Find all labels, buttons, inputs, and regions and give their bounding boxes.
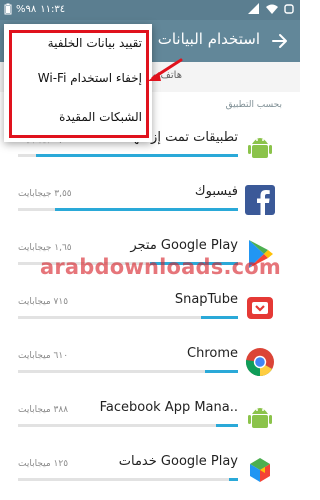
usage-bar-fill — [229, 478, 238, 481]
app-name: Chrome — [187, 346, 238, 361]
app-name: SnapTube — [174, 292, 238, 307]
usage-bar-fill — [200, 316, 238, 319]
back-arrow-icon[interactable] — [270, 31, 290, 51]
annotation-arrow-icon — [148, 58, 183, 81]
section-label: بحسب التطبيق — [225, 100, 282, 110]
status-left: %٩٨ ١١:٣٤ — [4, 3, 65, 15]
app-row-facebook-app-manager[interactable]: Facebook App Mana.. ٣٨٨ ميجابايت — [0, 388, 300, 442]
page-title: استخدام البيانات — [157, 30, 260, 48]
notification-icon — [284, 3, 294, 14]
app-name: فيسبوك — [194, 184, 238, 199]
signal-icon — [248, 3, 259, 14]
usage-bar-fill — [55, 208, 238, 211]
watermark: arabdownloads.com — [40, 255, 282, 279]
overflow-menu: تقييد بيانات الخلفية إخفاء استخدام Wi-Fi… — [4, 24, 152, 142]
app-size: ١٢٥ ميجابايت — [18, 459, 69, 469]
app-name: متجر Google Play — [130, 238, 238, 253]
play-services-icon — [250, 458, 270, 482]
highlight-frame — [9, 30, 149, 138]
app-row-chrome[interactable]: Chrome ٦١٠ ميجابايت — [0, 334, 300, 388]
android-icon — [248, 408, 272, 428]
usage-bar — [18, 478, 238, 481]
app-row-google-play-services[interactable]: خدمات Google Play ١٢٥ ميجابايت — [0, 442, 300, 496]
app-name: Facebook App Mana.. — [99, 400, 238, 415]
status-right — [248, 3, 294, 14]
usage-bar — [18, 316, 238, 319]
snaptube-icon — [247, 297, 273, 319]
usage-bar-fill — [205, 370, 238, 373]
usage-bar-fill — [216, 424, 238, 427]
app-name: خدمات Google Play — [118, 454, 238, 469]
battery-percent: %٩٨ — [16, 3, 37, 15]
status-bar: %٩٨ ١١:٣٤ — [0, 0, 300, 20]
app-row-snaptube[interactable]: SnapTube ٧١٥ ميجابايت — [0, 280, 300, 334]
usage-bar — [18, 154, 238, 157]
app-usage-list: تطبيقات تمت إزالتها ٣,٩٤ جيجابايت فيسبوك… — [0, 118, 300, 496]
app-size: ٣,٥٥ جيجابايت — [18, 189, 72, 199]
app-size: ٣٨٨ ميجابايت — [18, 405, 69, 415]
chrome-icon — [245, 348, 274, 377]
usage-bar-fill — [35, 154, 238, 157]
app-row-facebook[interactable]: فيسبوك ٣,٥٥ جيجابايت — [0, 172, 300, 226]
android-icon — [248, 138, 272, 158]
app-size: ٦١٠ ميجابايت — [18, 351, 69, 361]
usage-bar — [18, 424, 238, 427]
app-size: ١,٦٥ جيجابايت — [18, 243, 72, 253]
facebook-icon — [245, 185, 275, 215]
app-size: ٧١٥ ميجابايت — [18, 297, 69, 307]
time-text: ١١:٣٤ — [40, 3, 66, 15]
battery-icon — [4, 3, 12, 15]
usage-bar — [18, 208, 238, 211]
wifi-icon — [266, 4, 278, 14]
usage-bar — [18, 370, 238, 373]
